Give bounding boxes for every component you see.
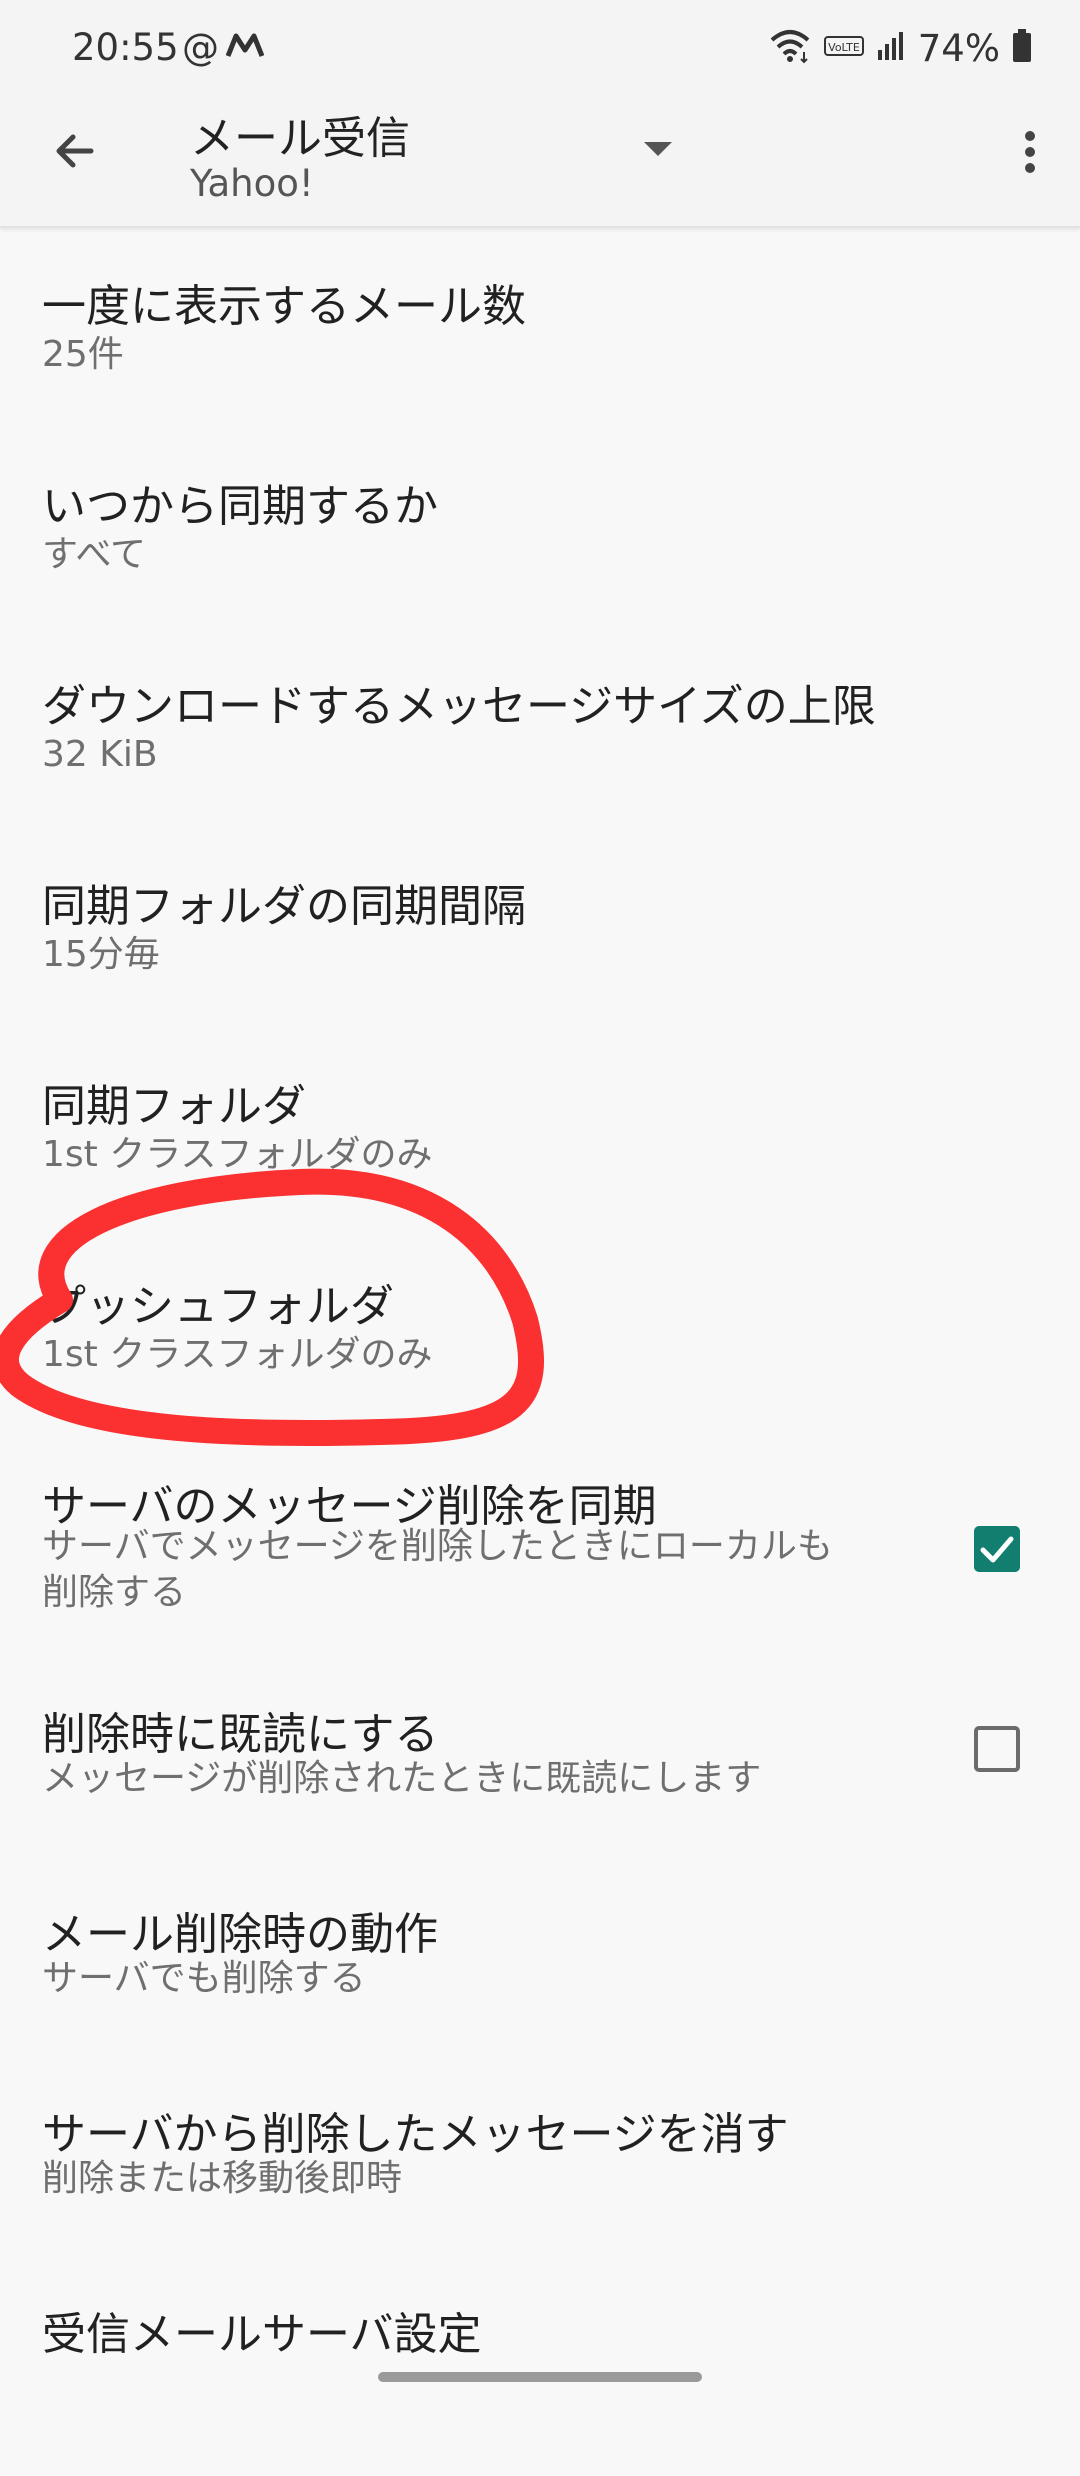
status-time: 20:55	[72, 26, 179, 69]
pref-delete-action[interactable]: メール削除時の動作 サーバでも削除する	[0, 1876, 1080, 2076]
pref-title: 同期フォルダの同期間隔	[42, 881, 526, 932]
overflow-menu-button[interactable]	[1000, 122, 1060, 186]
pref-summary: 32 KiB	[42, 734, 158, 775]
back-button[interactable]	[40, 118, 110, 188]
check-icon	[980, 1536, 1014, 1563]
pref-title: 削除時に既読にする	[42, 1709, 439, 1760]
pref-sync-folders[interactable]: 同期フォルダ 1st クラスフォルダのみ	[0, 1028, 1080, 1228]
pref-summary-line1: サーバでメッセージを削除したときにローカルも	[42, 1526, 833, 1567]
status-bar: 20:55 @ VoLTE 74%	[0, 0, 1080, 96]
pref-title: いつから同期するか	[42, 481, 438, 532]
pref-display-count[interactable]: 一度に表示するメール数 25件	[0, 228, 1080, 428]
pref-title: ダウンロードするメッセージサイズの上限	[42, 681, 876, 732]
battery-icon	[1012, 29, 1032, 67]
pref-summary: 15分毎	[42, 934, 160, 975]
arrow-drop-down-icon	[640, 142, 676, 166]
pref-mark-read-on-delete[interactable]: 削除時に既読にする メッセージが削除されたときに既読にします	[0, 1676, 1080, 1876]
pref-summary-line2: 削除する	[42, 1572, 187, 1613]
pref-expunge-policy[interactable]: サーバから削除したメッセージを消す 削除または移動後即時	[0, 2076, 1080, 2276]
app-bar: メール受信 Yahoo!	[0, 96, 1080, 228]
pref-title: 受信メールサーバ設定	[42, 2309, 482, 2360]
pref-sync-server-delete[interactable]: サーバのメッセージ削除を同期 サーバでメッセージを削除したときにローカルも 削除…	[0, 1428, 1080, 1676]
pref-summary: 1st クラスフォルダのみ	[42, 1134, 433, 1175]
settings-list: 一度に表示するメール数 25件 いつから同期するか すべて ダウンロードするメッ…	[0, 228, 1080, 2476]
wifi-icon	[768, 28, 812, 68]
pref-sync-from[interactable]: いつから同期するか すべて	[0, 428, 1080, 628]
svg-text:VoLTE: VoLTE	[828, 41, 860, 54]
pref-download-size-limit[interactable]: ダウンロードするメッセージサイズの上限 32 KiB	[0, 628, 1080, 828]
battery-percent: 74%	[917, 26, 1000, 70]
pref-summary: 1st クラスフォルダのみ	[42, 1334, 433, 1375]
pref-summary: すべて	[42, 534, 147, 575]
pref-sync-interval[interactable]: 同期フォルダの同期間隔 15分毎	[0, 828, 1080, 1028]
pref-summary: 25件	[42, 334, 124, 375]
pref-summary: サーバでも削除する	[42, 1958, 366, 1999]
pref-title: 同期フォルダ	[42, 1081, 306, 1132]
signal-icon	[876, 30, 906, 66]
page-title: メール受信	[190, 113, 410, 164]
pref-title: プッシュフォルダ	[42, 1281, 394, 1332]
arrow-back-icon	[51, 127, 99, 179]
volte-icon: VoLTE	[823, 34, 864, 62]
mark-read-checkbox[interactable]	[974, 1726, 1020, 1772]
pref-title: 一度に表示するメール数	[42, 281, 526, 332]
account-name: Yahoo!	[190, 162, 314, 205]
sync-delete-checkbox[interactable]	[974, 1526, 1020, 1572]
pref-summary: メッセージが削除されたときに既読にします	[42, 1758, 762, 1799]
pref-push-folders[interactable]: プッシュフォルダ 1st クラスフォルダのみ	[0, 1228, 1080, 1428]
pref-title: サーバから削除したメッセージを消す	[42, 2109, 789, 2160]
more-vert-icon	[1024, 128, 1036, 180]
at-notification-icon: @	[182, 26, 219, 69]
account-dropdown-button[interactable]	[640, 136, 680, 166]
pref-summary: 削除または移動後即時	[42, 2158, 403, 2199]
m-logo-icon	[225, 28, 265, 69]
pref-title: メール削除時の動作	[42, 1909, 438, 1960]
navigation-handle[interactable]	[378, 2372, 702, 2382]
status-icons: VoLTE 74%	[768, 24, 1032, 72]
